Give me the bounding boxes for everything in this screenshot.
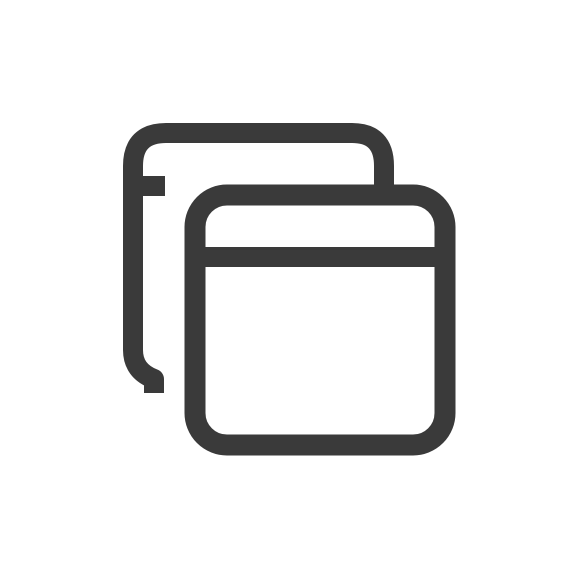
multiple-windows-icon <box>0 0 580 580</box>
front-window-frame <box>184 184 456 456</box>
icon-canvas <box>0 0 580 580</box>
multiple-windows-svg <box>123 123 456 456</box>
